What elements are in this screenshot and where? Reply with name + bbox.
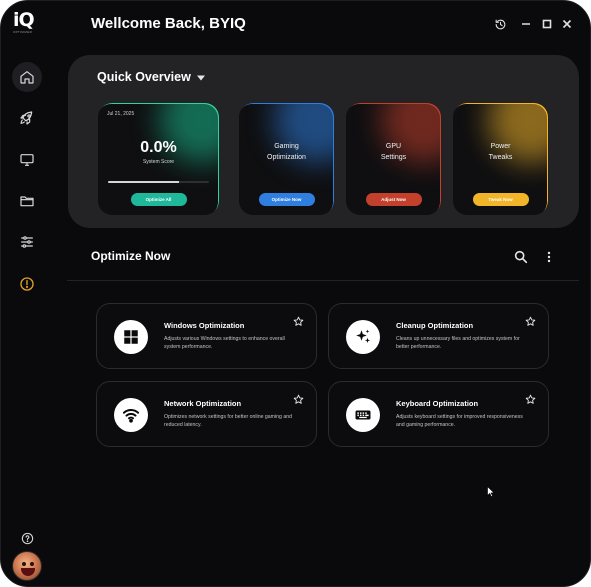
maximize-icon [542, 19, 552, 29]
app-window: iQ OPTIMIZER Wellcome Back, BYIQ Quick O… [0, 0, 591, 587]
minimize-icon [522, 23, 530, 25]
gpu-settings-card[interactable]: GPU Settings Adjust Now [346, 103, 441, 215]
sidebar-item-boost[interactable] [12, 103, 42, 133]
sidebar-item-home[interactable] [12, 62, 42, 92]
score-date: Jul 21, 2025 [107, 111, 135, 117]
windows-optimization-card[interactable]: Windows Optimization Adjusts various Win… [96, 303, 317, 369]
sidebar: iQ OPTIMIZER [1, 1, 55, 586]
sidebar-item-settings[interactable] [12, 227, 42, 257]
card-title-line: Optimization [267, 154, 306, 161]
system-score-value: 0.0% [140, 139, 177, 156]
monitor-icon [20, 154, 34, 166]
card-title: GPU Settings [346, 141, 441, 163]
option-description: Adjusts various Windows settings to enha… [164, 336, 285, 350]
tweak-now-button[interactable]: Tweak Now [472, 193, 529, 206]
mouse-cursor-icon [487, 486, 495, 497]
option-description: Optimizes network settings for better on… [164, 414, 293, 428]
adjust-now-button[interactable]: Adjust Now [365, 193, 422, 206]
minimize-button[interactable] [518, 16, 534, 32]
app-logo: iQ OPTIMIZER [13, 11, 43, 37]
option-title: Cleanup Optimization [396, 321, 474, 330]
option-icon-circle [346, 320, 380, 354]
rocket-icon [20, 111, 33, 125]
gaming-optimization-card[interactable]: Gaming Optimization Optimize Now [239, 103, 334, 215]
optimize-all-button[interactable]: Optimize All [130, 193, 187, 206]
sparkle-icon [356, 329, 371, 343]
option-icon-circle [114, 320, 148, 354]
card-title: Power Tweaks [453, 141, 548, 163]
sliders-icon [21, 236, 33, 248]
logo-mark: iQ [13, 9, 35, 31]
more-options-button[interactable] [543, 249, 555, 265]
section-title: Optimize Now [91, 249, 171, 263]
star-icon[interactable] [525, 316, 536, 327]
logo-subtitle: OPTIMIZER [13, 30, 33, 34]
avatar-eye [22, 562, 26, 566]
close-button[interactable] [559, 16, 575, 32]
card-title-line: Settings [380, 154, 407, 161]
option-title: Keyboard Optimization [396, 399, 479, 408]
system-score-bar [108, 181, 209, 183]
quick-overview-panel: Quick Overview Jul 21, 2025 0.0% System … [68, 55, 579, 228]
folder-icon [20, 196, 34, 207]
star-icon[interactable] [293, 394, 304, 405]
chevron-down-icon[interactable] [196, 74, 206, 82]
system-score-label: System Score [142, 159, 175, 165]
maximize-button[interactable] [539, 16, 555, 32]
card-title-line: Gaming [274, 143, 299, 150]
history-icon [495, 19, 505, 29]
avatar-mouth [21, 568, 35, 576]
option-description: Cleans up unnecessary files and optimize… [396, 336, 520, 350]
search-icon[interactable] [513, 249, 529, 265]
avatar[interactable] [12, 551, 42, 581]
more-vertical-icon [547, 251, 551, 263]
star-icon[interactable] [525, 394, 536, 405]
card-title-line: GPU [385, 143, 402, 150]
network-optimization-card[interactable]: Network Optimization Optimizes network s… [96, 381, 317, 447]
power-tweaks-card[interactable]: Power Tweaks Tweak Now [453, 103, 548, 215]
card-title-line: Power [490, 143, 511, 150]
windows-icon [124, 330, 138, 344]
system-score-card: Jul 21, 2025 0.0% System Score Optimize … [98, 103, 219, 215]
history-button[interactable] [492, 16, 508, 32]
card-title-line: Tweaks [488, 154, 513, 161]
option-icon-circle [346, 398, 380, 432]
overview-title: Quick Overview [97, 70, 191, 84]
keyboard-icon [355, 410, 371, 420]
page-title: Wellcome Back, BYIQ [91, 15, 246, 32]
option-title: Windows Optimization [164, 321, 245, 330]
alert-icon [20, 277, 34, 291]
home-icon [20, 71, 34, 84]
option-title: Network Optimization [164, 399, 242, 408]
optimize-now-button[interactable]: Optimize Now [258, 193, 315, 206]
wifi-icon [122, 408, 140, 423]
sidebar-item-alerts[interactable] [12, 269, 42, 299]
help-icon [21, 532, 33, 544]
section-divider [67, 280, 579, 281]
sidebar-item-files[interactable] [12, 186, 42, 216]
sidebar-item-display[interactable] [12, 145, 42, 175]
keyboard-optimization-card[interactable]: Keyboard Optimization Adjusts keyboard s… [328, 381, 549, 447]
option-description: Adjusts keyboard settings for improved r… [396, 414, 523, 428]
card-title: Gaming Optimization [239, 141, 334, 163]
star-icon[interactable] [293, 316, 304, 327]
avatar-eye [30, 562, 34, 566]
help-button[interactable] [18, 529, 36, 547]
option-icon-circle [114, 398, 148, 432]
close-icon [562, 19, 572, 29]
cleanup-optimization-card[interactable]: Cleanup Optimization Cleans up unnecessa… [328, 303, 549, 369]
system-score-bar-fill [108, 181, 179, 183]
